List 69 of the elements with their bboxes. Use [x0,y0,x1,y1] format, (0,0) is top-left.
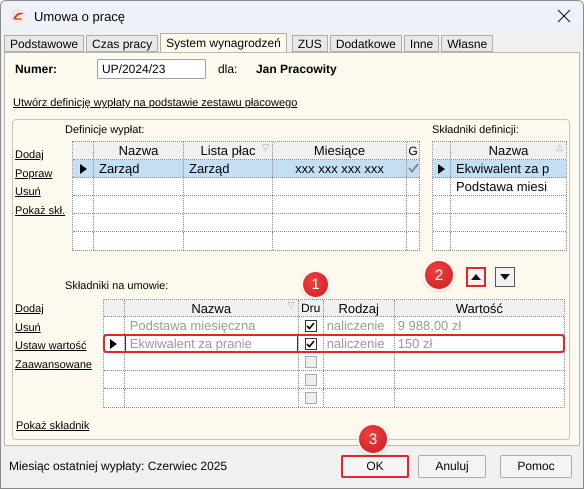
column-header[interactable]: Rodzaj [324,300,395,316]
tab[interactable]: ZUS [292,35,328,52]
grid-caption: Składniki definicji: [432,124,520,137]
checkbox[interactable] [304,392,317,404]
tab[interactable]: System wynagrodzeń [160,33,287,52]
row-pointer-icon [110,338,118,348]
number-field[interactable]: UP/2024/23 [97,59,206,79]
checkbox[interactable] [304,338,317,350]
table-cell: 150 zł [398,336,432,351]
action-link[interactable]: Usuń [15,185,41,199]
action-link[interactable]: Usuń [15,320,41,334]
table-cell: Podstawa miesi [456,179,548,194]
down-triangle-icon [500,274,510,280]
move-up-button[interactable] [466,267,486,287]
grid-caption: Definicje wypłat: [65,124,146,137]
action-link[interactable]: Zaawansowane [15,358,92,372]
action-link[interactable]: Pokaż skł. [15,204,66,218]
step-marker: 1 [303,272,328,297]
table-cell: Ekwiwalent za pranie [130,336,252,351]
table-cell: Ekwiwalent za p [456,161,550,176]
action-link[interactable]: Dodaj [15,302,44,316]
table-cell: 9 988,00 zł [398,318,462,333]
sort-indicator: △ [556,143,563,153]
checkbox[interactable] [304,320,317,332]
grid-caption: Składniki na umowie: [65,280,170,293]
move-down-button[interactable] [495,267,515,287]
up-triangle-icon [471,274,481,280]
help-button[interactable]: Pomoc [500,454,572,478]
table-row[interactable] [104,371,564,389]
sort-indicator: ▽ [262,143,269,153]
show-component-link[interactable]: Pokaż składnik [16,419,90,433]
action-link[interactable]: Ustaw wartość [15,339,87,353]
action-link[interactable]: Dodaj [15,148,44,162]
create-definition-link[interactable]: Utwórz definicję wypłaty na podstawie zestawu płacowego [13,96,298,110]
table-cell: naliczenie [326,318,385,333]
check-icon [306,340,316,348]
column-header[interactable]: Nazwa ▽ [124,300,299,316]
table-row[interactable]: Podstawa miesi [433,178,566,196]
step-marker: 3 [359,425,387,453]
table-cell: Zarząd [99,161,140,176]
table-cell: naliczenie [326,336,385,351]
cancel-button[interactable]: Anuluj [418,454,486,478]
app-logo-icon [10,8,26,24]
table-row[interactable]: Zarząd Zarząd xxx xxx xxx xxx [73,160,419,178]
table-cell: Zarząd [189,161,230,176]
status-text: Miesiąc ostatniej wypłaty: Czerwiec 2025 [9,459,228,473]
tab[interactable]: Inne [404,35,440,52]
step-marker: 2 [425,261,453,289]
checkbox[interactable] [304,374,317,386]
tab[interactable]: Dodatkowe [330,35,402,52]
tab[interactable]: Własne [441,35,494,52]
employee-label: dla: [218,62,238,76]
table-cell: xxx xxx xxx xxx [295,161,384,176]
sort-indicator: ▽ [288,301,295,311]
row-pointer-icon [438,164,445,174]
table-row[interactable]: Ekwiwalent za p [433,160,566,178]
row-pointer-icon [80,164,86,174]
check-icon [306,322,316,330]
tab[interactable]: Czas pracy [86,35,158,52]
checkbox[interactable] [304,356,317,368]
ok-button[interactable]: OK [341,454,409,478]
employee-name: Jan Pracowity [256,62,337,76]
window-title: Umowa o pracę [34,8,126,24]
action-link[interactable]: Popraw [15,166,52,180]
table-cell: Podstawa miesięczna [130,318,256,333]
close-icon[interactable] [557,9,571,23]
number-label: Numer: [15,62,58,76]
column-header[interactable]: Dru [298,300,324,316]
tab[interactable]: Podstawowe [4,35,84,52]
